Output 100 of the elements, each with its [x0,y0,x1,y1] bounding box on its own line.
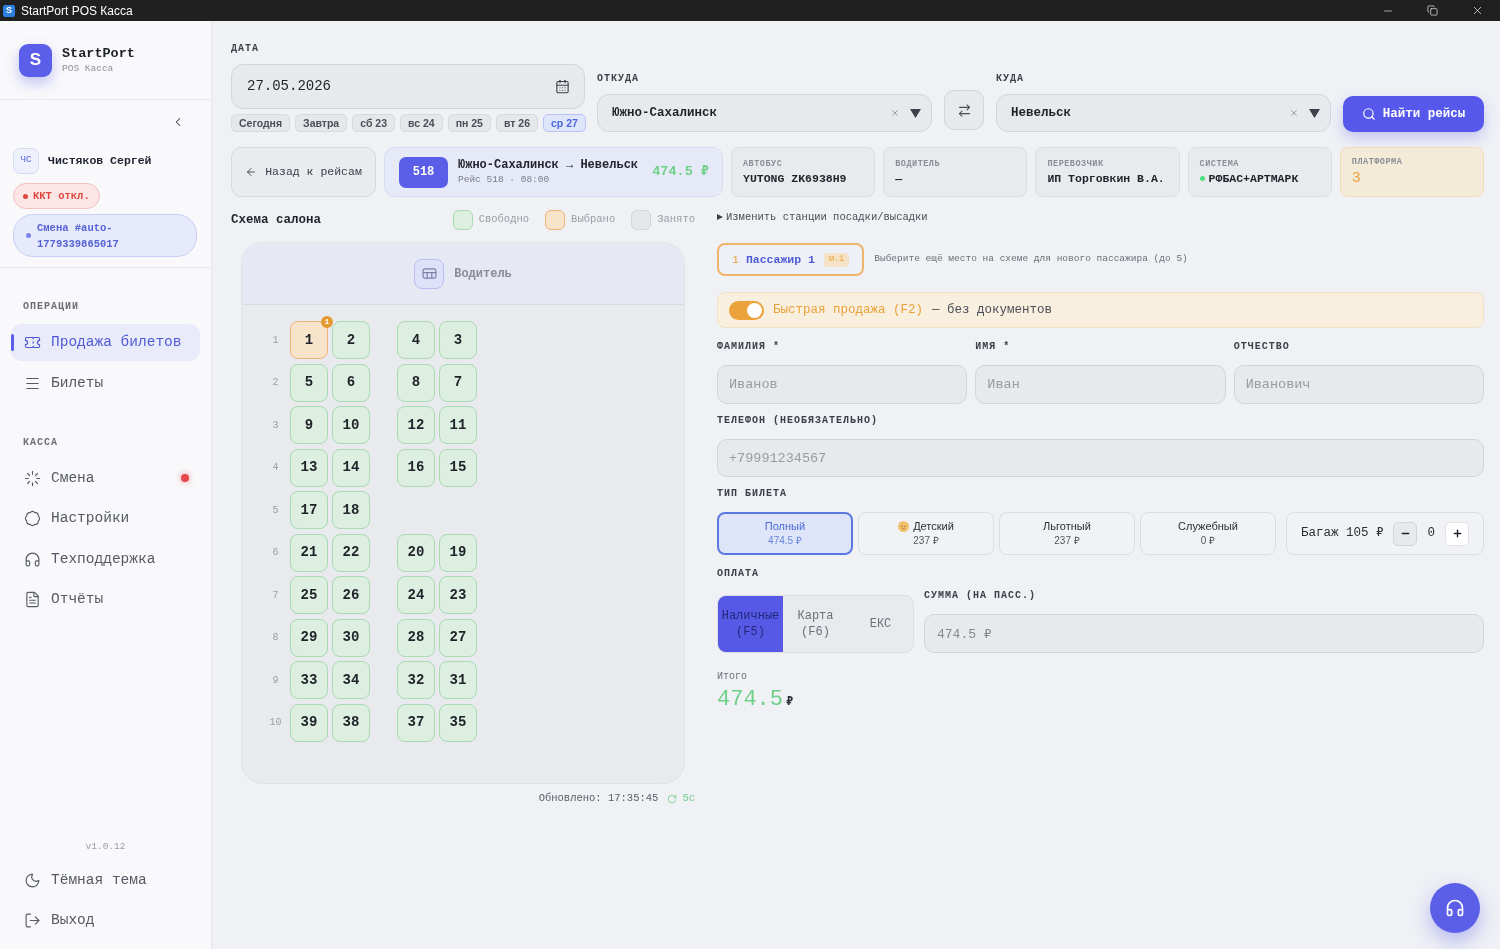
seat[interactable]: 37 [397,703,435,742]
payment-option[interactable]: ЕКС [848,596,913,652]
input-field[interactable]: Иван [975,365,1226,404]
user-initials: ЧС [13,148,39,174]
seat[interactable]: 19 [439,533,477,572]
field-label: ТЕЛЕФОН (НЕОБЯЗАТЕЛЬНО) [717,414,879,428]
seat[interactable]: 4 [397,321,435,359]
date-chip[interactable]: пн 25 [447,114,491,132]
info-label: АВТОБУС [743,159,783,168]
search-button[interactable]: Найти рейсы [1343,96,1484,132]
date-chip[interactable]: Сегодня [231,114,291,132]
seat[interactable]: 5 [290,363,328,402]
decrement-button[interactable] [1393,521,1418,546]
input-field[interactable]: Иванов [717,365,968,404]
refresh-icon[interactable] [667,793,678,804]
date-chip[interactable]: вт 26 [495,114,538,132]
seat[interactable]: 2 [332,321,370,359]
city-select[interactable]: Южно-Сахалинск [597,94,932,132]
seat[interactable]: 21 [290,533,328,572]
seat[interactable]: 38 [332,703,370,742]
seat[interactable]: 22 [332,533,370,572]
logout-icon [24,912,41,929]
seat[interactable]: 31 [439,661,477,699]
total-currency: ₽ [786,694,794,711]
nav-item[interactable]: Тёмная тема [11,862,200,899]
brand-name: StartPort [62,46,135,60]
date-chip[interactable]: ср 27 [543,114,586,132]
seat[interactable]: 8 [397,363,435,402]
ticket-type-option[interactable]: Детский 237 ₽ [858,512,994,555]
seat[interactable]: 18 [332,491,370,529]
nav-item[interactable]: Смена [11,459,200,497]
seat[interactable]: 20 [397,533,435,572]
nav-item[interactable]: Выход [11,902,200,939]
seat[interactable]: 32 [397,661,435,699]
seat[interactable]: 35 [439,703,477,742]
info-label: СИСТЕМА [1199,159,1239,168]
city-select[interactable]: Невельск [996,94,1331,132]
ticket-type-option[interactable]: Льготный 237 ₽ [999,512,1135,555]
seat[interactable]: 12 [397,406,435,444]
seat[interactable]: 23 [439,576,477,614]
field-label: ОТЧЕСТВО [1233,340,1290,354]
seat[interactable]: 15 [439,448,477,487]
seat[interactable]: 29 [290,618,328,657]
phone-input[interactable]: +79991234567 [717,439,1484,477]
field-label: ДАТА [231,42,259,56]
seat[interactable]: 34 [332,661,370,699]
seat[interactable]: 17 [290,491,328,529]
ticket-type-option[interactable]: Полный 474.5 ₽ [717,512,853,555]
seat[interactable]: 10 [332,406,370,444]
date-field[interactable]: 27.05.2026 [231,64,585,109]
seat[interactable]: 6 [332,363,370,402]
increment-button[interactable] [1445,521,1469,546]
seat-tag: м.1 [823,252,850,267]
trip-price: 474.5 ₽ [652,162,709,181]
date-chip[interactable]: Завтра [295,114,348,132]
field-label: ТИП БИЛЕТА [717,487,787,501]
seat[interactable]: 26 [332,576,370,614]
seat[interactable]: 13 [290,448,328,487]
seat[interactable]: 7 [439,363,477,402]
seat[interactable]: 24 [397,576,435,614]
seat[interactable]: 28 [397,618,435,657]
ticket-type-option[interactable]: Служебный 0 ₽ [1140,512,1276,555]
info-value: РФБАС+АРТМАРК [1208,173,1299,185]
date-chip[interactable]: вс 24 [400,114,443,132]
baggage-count: 0 [1427,525,1435,543]
seat[interactable]: 9 [290,406,328,444]
calendar-icon[interactable] [555,79,570,94]
seat[interactable]: 16 [397,448,435,487]
input-field[interactable]: Иванович [1233,365,1484,404]
seat[interactable]: 14 [332,448,370,487]
console-icon [414,258,445,289]
seat[interactable]: 11 [439,406,477,444]
nav-item[interactable]: Настройки [11,500,200,537]
seat[interactable]: 33 [290,661,328,699]
date-chip[interactable]: сб 23 [352,114,395,132]
seat[interactable]: 27 [439,618,477,657]
back-button[interactable]: Назад к рейсам [231,147,376,197]
brand-subtitle: POS Касса [62,64,114,74]
quick-sale-toggle[interactable] [729,300,764,320]
passenger-tab[interactable]: 1 Пассажир 1 м.1 [717,243,865,276]
nav-item[interactable]: Отчёты [11,581,200,618]
support-button[interactable] [1430,883,1480,933]
clear-icon[interactable] [1289,108,1299,118]
payment-option[interactable]: Карта (F6) [783,596,848,652]
nav-item[interactable]: Техподдержка [11,540,200,578]
legend-label: Занято [657,212,695,228]
clear-icon[interactable] [890,108,900,118]
legend-label: Выбрано [571,212,616,228]
field-label: СУММА (НА ПАСС.) [924,589,1036,603]
swap-button[interactable] [944,90,984,130]
info-value: — [895,173,903,185]
seat[interactable]: 3 [439,321,477,359]
seat[interactable]: 30 [332,618,370,657]
stations-toggle[interactable]: Изменить станции посадки/высадки [717,210,928,224]
nav-item[interactable]: Билеты [11,364,200,402]
seat[interactable]: 39 [290,703,328,742]
seat[interactable]: 25 [290,576,328,614]
nav-item[interactable]: Продажа билетов [11,324,200,361]
moon-icon [24,872,41,889]
field-label: ФАМИЛИЯ * [717,340,780,354]
